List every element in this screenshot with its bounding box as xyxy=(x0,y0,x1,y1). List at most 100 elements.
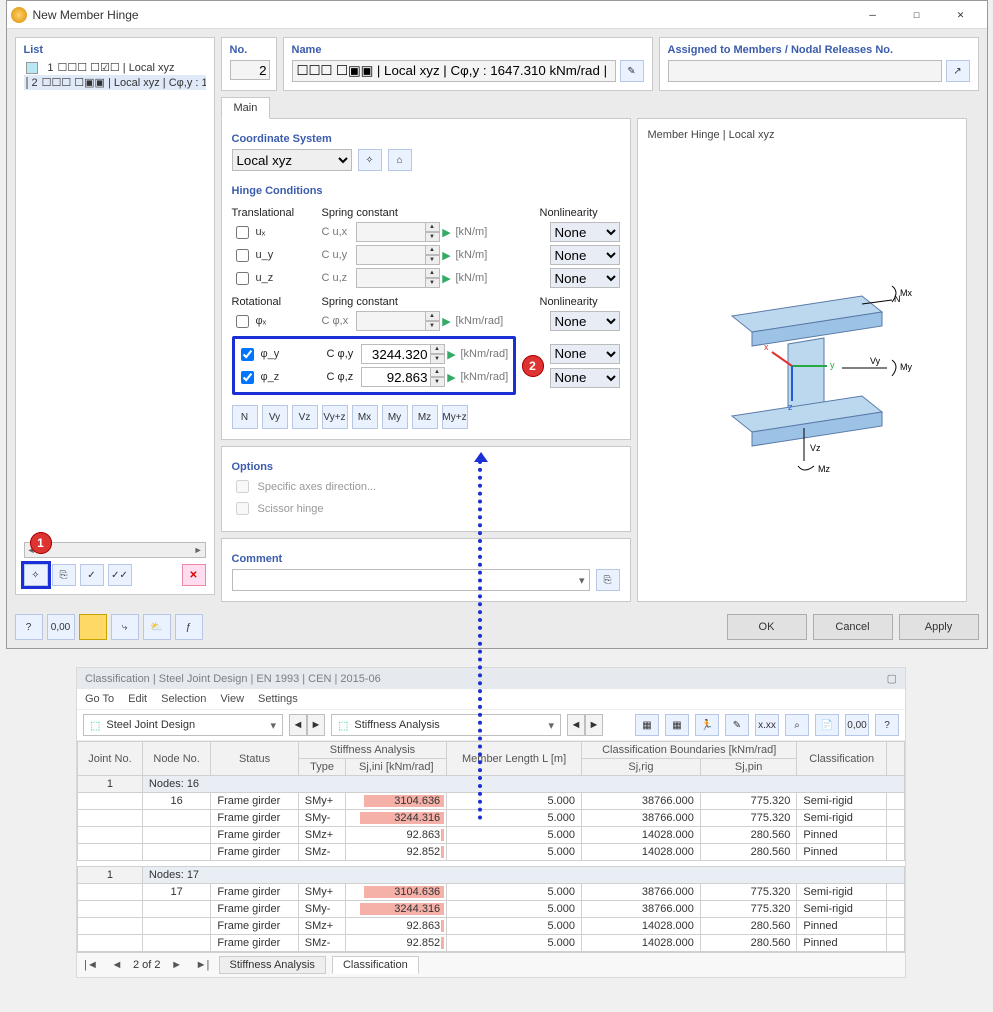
table-row[interactable]: Frame girderSMz+92.8635.00014028.000280.… xyxy=(78,918,905,935)
ux-checkbox[interactable] xyxy=(236,226,249,239)
table-row[interactable]: Frame girderSMz-92.8525.00014028.000280.… xyxy=(78,844,905,861)
page-last-button[interactable]: ►| xyxy=(193,955,213,975)
apply-button[interactable]: Apply xyxy=(899,614,979,640)
ok-button[interactable]: OK xyxy=(727,614,807,640)
table-row[interactable]: Frame girderSMz+92.8635.00014028.000280.… xyxy=(78,827,905,844)
tab-stiffness-analysis[interactable]: Stiffness Analysis xyxy=(219,956,326,974)
list-item[interactable]: 1 ☐☐☐ ☐☑☐ | Local xyz xyxy=(24,60,206,75)
grid-tool-icon[interactable]: ▦ xyxy=(635,714,659,736)
design-combo[interactable]: ⬚Steel Joint Design▾ xyxy=(83,714,283,736)
tool-button[interactable]: ƒ xyxy=(175,614,203,640)
grid-tool-icon[interactable]: 🏃 xyxy=(695,714,719,736)
list-check-button[interactable]: ✓ xyxy=(80,564,104,586)
menu-edit[interactable]: Edit xyxy=(128,693,147,705)
main-tab-panel: Coordinate System Local xyz ✧ ⌂ Hinge Co… xyxy=(221,118,631,440)
table-group-row[interactable]: 1Nodes: 17 xyxy=(78,867,905,884)
nav-prev-button[interactable]: ◄ xyxy=(567,714,585,736)
comment-copy-button[interactable]: ⎘ xyxy=(596,569,620,591)
uy-nl-select[interactable]: None xyxy=(550,245,620,265)
help-button[interactable]: ? xyxy=(15,614,43,640)
preset-mx-icon[interactable]: Mx xyxy=(352,405,378,429)
grid-tool-icon[interactable]: ⌕ xyxy=(785,714,809,736)
preset-myz-icon[interactable]: My+z xyxy=(442,405,468,429)
tool-button[interactable]: ⤷ xyxy=(111,614,139,640)
menu-goto[interactable]: Go To xyxy=(85,693,114,705)
list-new-button[interactable]: ✧ xyxy=(24,564,48,586)
preset-my-icon[interactable]: My xyxy=(382,405,408,429)
svg-text:z: z xyxy=(788,402,793,412)
results-close-icon[interactable]: ▢ xyxy=(887,672,897,685)
analysis-combo[interactable]: ⬚Stiffness Analysis▾ xyxy=(331,714,561,736)
tab-classification[interactable]: Classification xyxy=(332,956,419,974)
list-checkall-button[interactable]: ✓✓ xyxy=(108,564,132,586)
cphiz-input[interactable] xyxy=(361,367,431,387)
preset-vz-icon[interactable]: Vz xyxy=(292,405,318,429)
step-up-icon[interactable]: ▲ xyxy=(426,222,440,232)
phiy-nl-select[interactable]: None xyxy=(550,344,620,364)
close-button[interactable]: ✕ xyxy=(939,1,983,29)
menu-settings[interactable]: Settings xyxy=(258,693,298,705)
grid-tool-icon[interactable]: 0,00 xyxy=(845,714,869,736)
preset-mz-icon[interactable]: Mz xyxy=(412,405,438,429)
grid-tool-icon[interactable]: ▦ xyxy=(665,714,689,736)
uz-checkbox[interactable] xyxy=(236,272,249,285)
uy-checkbox[interactable] xyxy=(236,249,249,262)
nav-next-button[interactable]: ► xyxy=(307,714,325,736)
phix-nl-select[interactable]: None xyxy=(550,311,620,331)
no-input[interactable] xyxy=(230,60,270,80)
units-button[interactable]: 0,00 xyxy=(47,614,75,640)
page-first-button[interactable]: |◄ xyxy=(81,955,101,975)
list-delete-button[interactable]: ✕ xyxy=(182,564,206,586)
callout-badge: 1 xyxy=(30,532,52,554)
preset-n-icon[interactable]: N xyxy=(232,405,258,429)
nav-next-button[interactable]: ► xyxy=(585,714,603,736)
opt-specific-axes-checkbox xyxy=(236,480,249,493)
phiz-nl-select[interactable]: None xyxy=(550,368,620,388)
grid-tool-icon[interactable]: x.xx xyxy=(755,714,779,736)
coord-new-icon[interactable]: ✧ xyxy=(358,149,382,171)
name-input[interactable] xyxy=(292,60,616,82)
table-row[interactable]: Frame girderSMz-92.8525.00014028.000280.… xyxy=(78,935,905,952)
name-edit-button[interactable]: ✎ xyxy=(620,60,644,82)
coord-lib-icon[interactable]: ⌂ xyxy=(388,149,412,171)
grid-tool-icon[interactable]: 📄 xyxy=(815,714,839,736)
grid-tool-icon[interactable]: ✎ xyxy=(725,714,749,736)
phiy-checkbox[interactable] xyxy=(241,348,254,361)
minimize-button[interactable]: — xyxy=(851,1,895,29)
preset-vyz-icon[interactable]: Vy+z xyxy=(322,405,348,429)
preset-vy-icon[interactable]: Vy xyxy=(262,405,288,429)
table-group-row[interactable]: 1Nodes: 16 xyxy=(78,776,905,793)
ux-nl-select[interactable]: None xyxy=(550,222,620,242)
maximize-button[interactable]: ☐ xyxy=(895,1,939,29)
coord-system-select[interactable]: Local xyz xyxy=(232,149,352,171)
tab-main[interactable]: Main xyxy=(221,97,271,119)
page-next-button[interactable]: ► xyxy=(167,955,187,975)
phiz-checkbox[interactable] xyxy=(241,371,254,384)
arrow-icon[interactable]: ▶ xyxy=(440,226,454,239)
page-prev-button[interactable]: ◄ xyxy=(107,955,127,975)
table-row[interactable]: Frame girderSMy-3244.3165.00038766.00077… xyxy=(78,901,905,918)
cphiy-input[interactable] xyxy=(361,344,431,364)
beam-preview-icon: y z x N Mx Vy My Vz Mz xyxy=(648,141,956,591)
menu-selection[interactable]: Selection xyxy=(161,693,206,705)
results-footer: |◄ ◄ 2 of 2 ► ►| Stiffness Analysis Clas… xyxy=(77,952,905,977)
comment-combo[interactable] xyxy=(232,569,590,591)
assigned-field[interactable] xyxy=(668,60,942,82)
list-item[interactable]: 2 ☐☐☐ ☐▣▣ | Local xyz | Cφ,y : 1 xyxy=(24,75,206,90)
list-copy-button[interactable]: ⎘ xyxy=(52,564,76,586)
tool-button[interactable]: ⛅ xyxy=(143,614,171,640)
table-row[interactable]: 17Frame girderSMy+3104.6365.00038766.000… xyxy=(78,884,905,901)
menu-view[interactable]: View xyxy=(220,693,244,705)
cancel-button[interactable]: Cancel xyxy=(813,614,893,640)
table-row[interactable]: Frame girderSMy-3244.3165.00038766.00077… xyxy=(78,810,905,827)
assigned-pick-button[interactable]: ↗ xyxy=(946,60,970,82)
results-menu: Go To Edit Selection View Settings xyxy=(77,689,905,709)
step-down-icon[interactable]: ▼ xyxy=(426,232,440,242)
svg-text:y: y xyxy=(830,360,835,370)
table-row[interactable]: 16Frame girderSMy+3104.6365.00038766.000… xyxy=(78,793,905,810)
color-button[interactable] xyxy=(79,614,107,640)
grid-help-icon[interactable]: ? xyxy=(875,714,899,736)
uz-nl-select[interactable]: None xyxy=(550,268,620,288)
nav-prev-button[interactable]: ◄ xyxy=(289,714,307,736)
phix-checkbox[interactable] xyxy=(236,315,249,328)
